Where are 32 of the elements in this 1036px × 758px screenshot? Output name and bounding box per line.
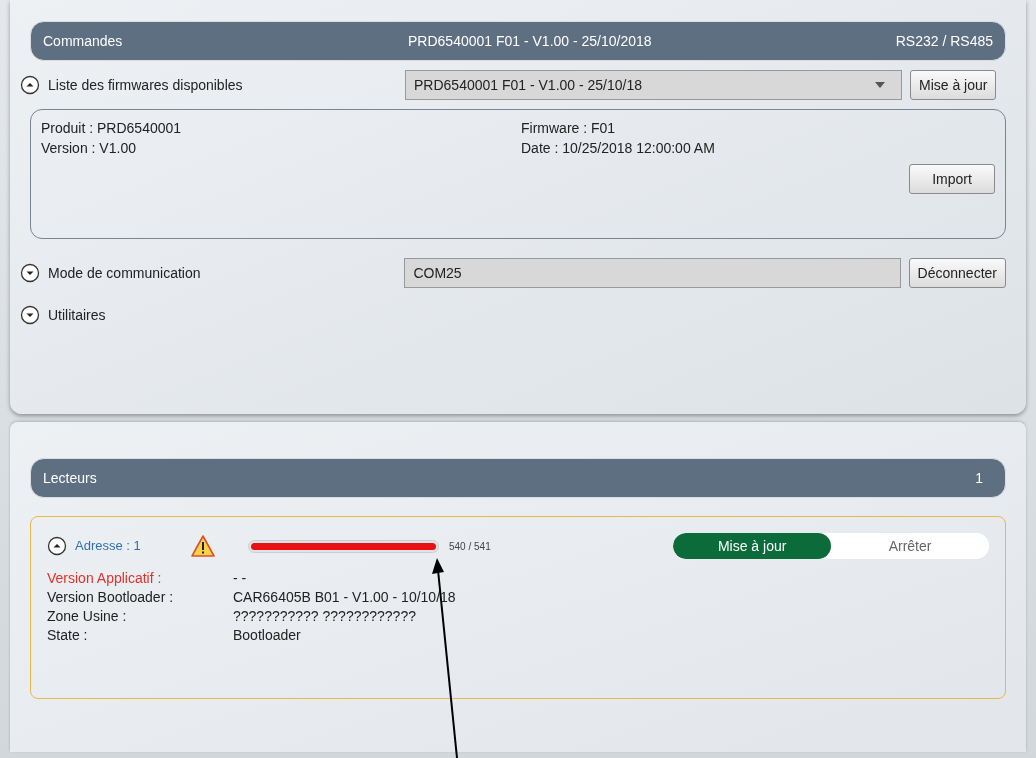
info-label: State : <box>47 626 89 645</box>
progress-count: 540 / 541 <box>449 539 492 554</box>
section-button[interactable]: Mise à jour <box>910 70 997 100</box>
port-field[interactable]: COM25 <box>404 258 901 288</box>
expand-icon[interactable] <box>20 263 40 283</box>
section-label: Liste des firmwares disponibles <box>48 75 243 95</box>
header-firmware: PRD6540001 F01 - V1.00 - 25/10/2018 <box>408 31 653 51</box>
detail-text: Produit : PRD6540001 <box>41 119 183 138</box>
dropdown-caret-icon <box>875 82 885 88</box>
info-label: Version Applicatif : <box>47 569 163 588</box>
collapse-icon[interactable] <box>20 75 40 95</box>
collapse-icon[interactable] <box>47 536 67 556</box>
header-title: Commandes <box>43 31 124 51</box>
info-value: ??????????? ???????????? <box>233 607 416 626</box>
info-label: Zone Usine : <box>47 607 128 626</box>
info-label: Version Bootloader : <box>47 588 175 607</box>
import-button[interactable]: Import <box>909 164 995 194</box>
action-toggle[interactable]: Mise à jour <box>673 533 832 559</box>
firmware-dropdown[interactable]: PRD6540001 F01 - V1.00 - 25/10/18 <box>405 70 902 100</box>
section-button[interactable]: Déconnecter <box>908 258 1006 288</box>
expand-icon[interactable] <box>20 305 40 325</box>
section-label: Mode de communication <box>48 263 201 283</box>
section-label: Utilitaires <box>48 305 106 325</box>
reader-count: 1 <box>975 468 983 488</box>
reader-address: Adresse : 1 <box>75 537 141 556</box>
detail-text: Firmware : F01 <box>521 119 617 138</box>
detail-text: Version : V1.00 <box>41 139 137 158</box>
detail-text: Date : 10/25/2018 12:00:00 AM <box>521 139 716 158</box>
header-title: Lecteurs <box>43 468 97 488</box>
info-value: - - <box>233 569 247 588</box>
info-value: Bootloader <box>233 626 301 645</box>
header-interface: RS232 / RS485 <box>895 31 993 51</box>
